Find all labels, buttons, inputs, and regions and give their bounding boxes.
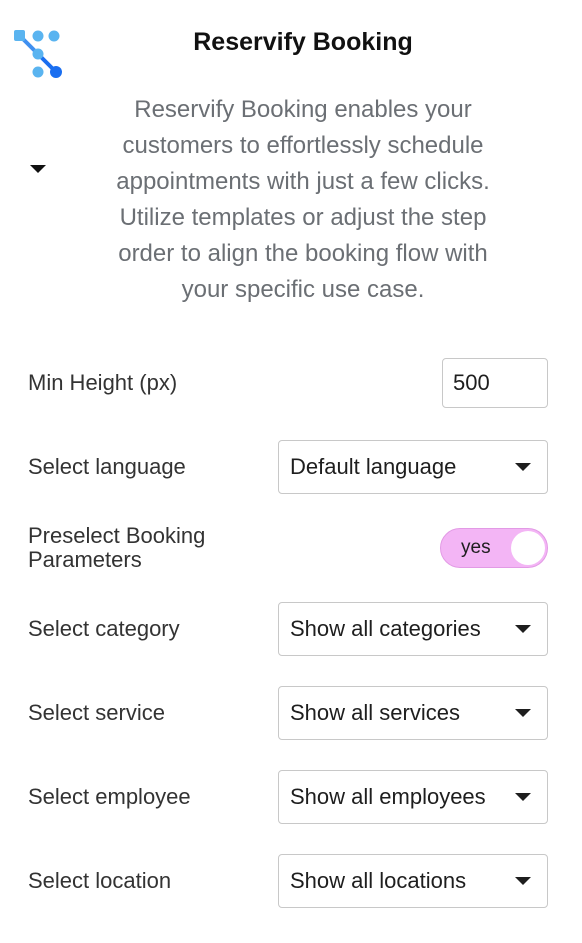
block-description: Reservify Booking enables your customers…: [116, 96, 490, 303]
chevron-down-icon: [515, 793, 531, 801]
preselect-toggle[interactable]: yes: [440, 528, 548, 568]
language-select-value: Default language: [290, 454, 457, 479]
toggle-knob: [511, 531, 545, 565]
category-select-value: Show all categories: [290, 616, 481, 641]
chevron-down-icon: [515, 877, 531, 885]
category-select[interactable]: Show all categories: [278, 602, 548, 656]
language-row: Select language Default language: [28, 440, 548, 494]
location-label: Select location: [28, 868, 172, 893]
employee-label: Select employee: [28, 784, 191, 809]
category-row: Select category Show all categories: [28, 602, 548, 656]
preselect-row: Preselect Booking Parameters yes: [28, 524, 548, 572]
language-select[interactable]: Default language: [278, 440, 548, 494]
preselect-label: Preselect Booking Parameters: [28, 523, 206, 572]
min-height-row: Min Height (px): [28, 358, 548, 408]
service-label: Select service: [28, 700, 165, 725]
location-select[interactable]: Show all locations: [278, 854, 548, 908]
chevron-down-icon: [515, 709, 531, 717]
preselect-toggle-text: yes: [461, 537, 491, 558]
service-select-value: Show all services: [290, 700, 460, 725]
language-label: Select language: [28, 454, 186, 479]
category-label: Select category: [28, 616, 180, 641]
chevron-down-icon: [515, 625, 531, 633]
chevron-down-icon: [515, 463, 531, 471]
location-row: Select location Show all locations: [28, 854, 548, 908]
service-select[interactable]: Show all services: [278, 686, 548, 740]
collapse-caret-icon[interactable]: [30, 165, 46, 173]
min-height-input[interactable]: [442, 358, 548, 408]
employee-select[interactable]: Show all employees: [278, 770, 548, 824]
employee-row: Select employee Show all employees: [28, 770, 548, 824]
min-height-label: Min Height (px): [28, 370, 178, 395]
employee-select-value: Show all employees: [290, 784, 486, 809]
page-title: Reservify Booking: [193, 28, 413, 56]
location-select-value: Show all locations: [290, 868, 467, 893]
service-row: Select service Show all services: [28, 686, 548, 740]
